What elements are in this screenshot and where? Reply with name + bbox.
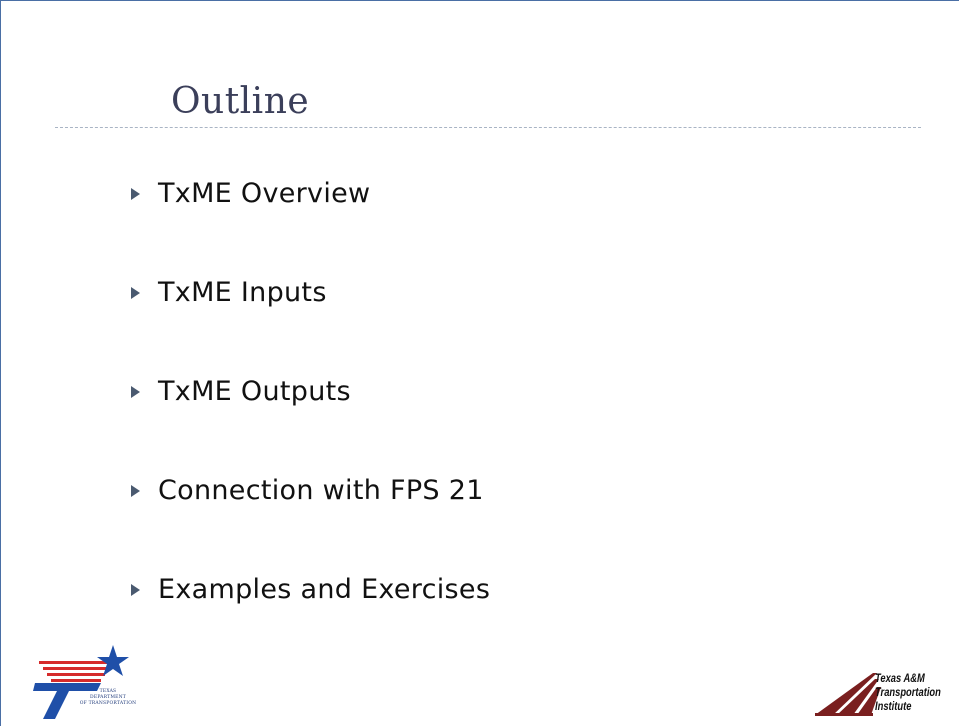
slide-title: Outline (171, 81, 310, 122)
title-divider (55, 127, 921, 128)
bullet-text: TxME Outputs (158, 376, 351, 407)
tti-line-2: Transportation (875, 685, 941, 699)
txdot-line-3: OF TRANSPORTATION (79, 701, 137, 706)
tti-logo: Texas A&M Transportation Institute (813, 665, 959, 723)
bullet-item-txme-overview: TxME Overview (131, 171, 490, 270)
tti-line-1: Texas A&M (875, 671, 925, 685)
triangle-bullet-icon (131, 386, 140, 398)
bullet-text: Examples and Exercises (158, 574, 491, 605)
tti-line-3: Institute (875, 699, 912, 713)
txdot-logo: TEXAS DEPARTMENT OF TRANSPORTATION (31, 641, 141, 721)
bullet-item-txme-outputs: TxME Outputs (131, 369, 490, 468)
triangle-bullet-icon (131, 485, 140, 497)
bullet-item-txme-inputs: TxME Inputs (131, 270, 490, 369)
bullet-item-connection-fps21: Connection with FPS 21 (131, 468, 490, 567)
bullet-list: TxME Overview TxME Inputs TxME Outputs C… (131, 171, 490, 666)
txdot-logo-text: TEXAS DEPARTMENT OF TRANSPORTATION (77, 689, 139, 707)
bullet-item-examples-exercises: Examples and Exercises (131, 567, 490, 666)
triangle-bullet-icon (131, 287, 140, 299)
bullet-text: TxME Inputs (158, 277, 327, 308)
tti-logo-text: Texas A&M Transportation Institute (875, 671, 941, 713)
triangle-bullet-icon (131, 584, 140, 596)
bullet-text: Connection with FPS 21 (158, 475, 484, 506)
triangle-bullet-icon (131, 188, 140, 200)
txdot-emblem-icon (33, 645, 129, 719)
bullet-text: TxME Overview (158, 178, 371, 209)
slide: Outline TxME Overview TxME Inputs TxME O… (0, 0, 959, 726)
